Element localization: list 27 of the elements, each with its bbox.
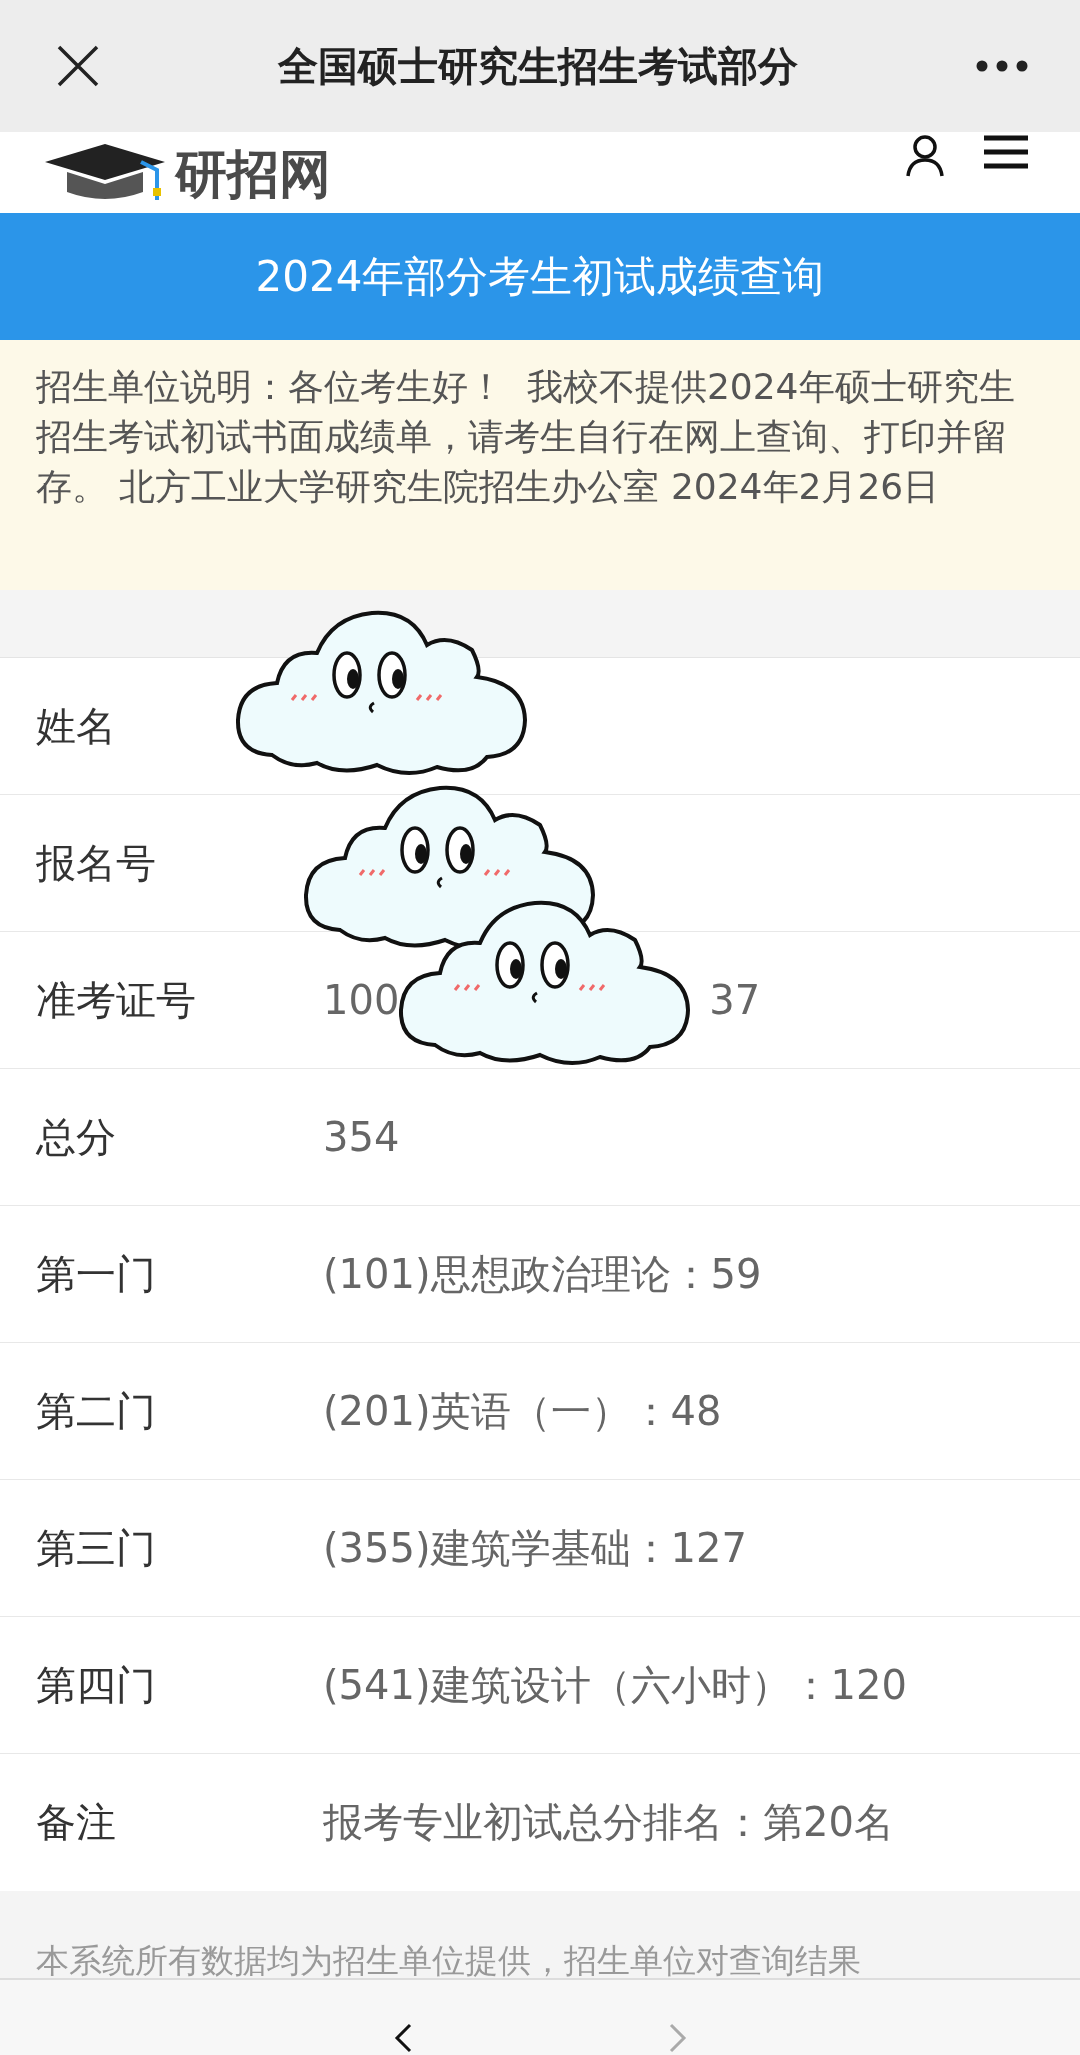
field-value: (101)思想政治理论：59 xyxy=(323,1249,762,1299)
field-value: 37 xyxy=(709,977,761,1023)
field-label: 姓名 xyxy=(35,701,117,751)
field-value: (201)英语（一）：48 xyxy=(323,1386,722,1436)
field-label: 第三门 xyxy=(35,1523,157,1573)
more-icon[interactable] xyxy=(976,60,1028,72)
notice-text: 招生单位说明：各位考生好！ 我校不提供2024年硕士研究生招生考试初试书面成绩单，请考生自行在网上查询、打印并留存。 北方工业大学研究生院招生办公室 2024年2月26日 xyxy=(36,365,1016,509)
page-title: 全国硕士研究生招生考试部分 xyxy=(276,41,799,91)
menu-icon[interactable] xyxy=(984,135,1028,169)
close-icon[interactable] xyxy=(57,45,99,87)
field-label: 报名号 xyxy=(35,838,157,888)
logo-text: 研招网 xyxy=(175,142,331,206)
field-label: 总分 xyxy=(35,1112,117,1162)
user-icon[interactable] xyxy=(906,135,944,177)
disclaimer-text: 本系统所有数据均为招生单位提供，招生单位对查询结果 xyxy=(36,1940,862,1982)
field-value: 100 xyxy=(323,977,400,1023)
field-value: (541)建筑设计（六小时）：120 xyxy=(323,1660,907,1710)
field-label: 准考证号 xyxy=(35,975,197,1025)
field-label: 第一门 xyxy=(35,1249,157,1299)
field-label: 第二门 xyxy=(35,1386,157,1436)
field-label: 第四门 xyxy=(35,1660,157,1710)
field-value: 354 xyxy=(323,1114,400,1160)
banner-title: 2024年部分考生初试成绩查询 xyxy=(255,250,825,303)
field-value: 报考专业初试总分排名：第20名 xyxy=(323,1798,894,1847)
field-label: 备注 xyxy=(35,1798,117,1847)
back-icon[interactable] xyxy=(392,2023,413,2053)
field-value: (355)建筑学基础：127 xyxy=(323,1523,747,1573)
